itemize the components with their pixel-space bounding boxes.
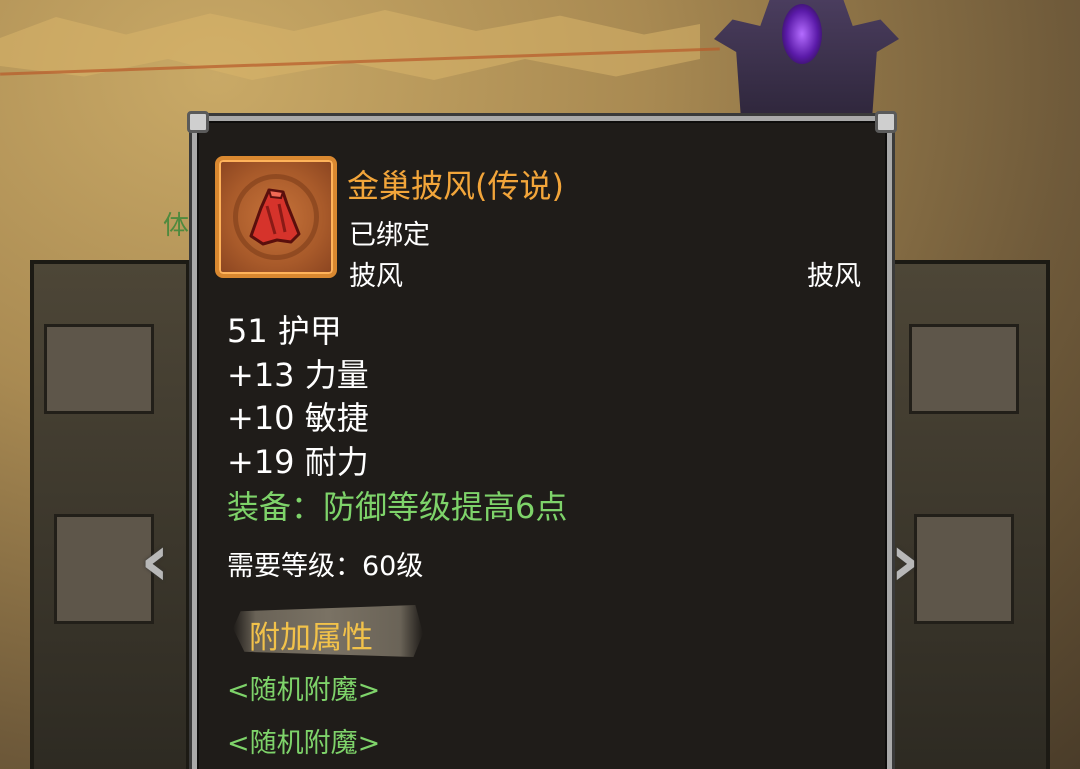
item-tooltip: 金巢披风(传说) 已绑定 披风 披风 51 护甲 +13 力量 +10 敏捷 +… <box>187 111 897 769</box>
tooltip-corner <box>187 111 209 133</box>
item-slot: 披风 <box>349 261 403 292</box>
panel-stone-block <box>54 514 154 624</box>
next-arrow-icon[interactable]: › <box>890 520 920 600</box>
stat-strength: +13 力量 <box>227 355 369 394</box>
side-label: 体 <box>163 211 190 241</box>
item-name: 金巢披风(传说) <box>347 167 564 205</box>
random-enchant: <随机附魔> <box>227 728 381 759</box>
right-equipment-panel <box>890 260 1050 769</box>
equip-effect: 装备：防御等级提高6点 <box>227 488 568 526</box>
stat-list: 51 护甲 +13 力量 +10 敏捷 +19 耐力 <box>227 310 369 484</box>
panel-stone-block <box>44 324 154 414</box>
panel-stone-block <box>909 324 1019 414</box>
random-enchant: <随机附魔> <box>227 675 381 706</box>
stat-armor: 51 护甲 <box>227 312 342 350</box>
left-equipment-panel <box>30 260 190 769</box>
stat-agility: +10 敏捷 <box>227 399 369 437</box>
tower-portal <box>782 4 822 64</box>
item-icon-frame <box>215 156 337 278</box>
tooltip-corner <box>875 111 897 133</box>
prev-arrow-icon[interactable]: ‹ <box>140 520 170 600</box>
stat-stamina: +19 耐力 <box>227 442 369 481</box>
panel-stone-block <box>914 514 1014 624</box>
item-type: 披风 <box>807 261 861 292</box>
bound-status: 已绑定 <box>349 220 430 251</box>
red-cape-icon <box>249 188 301 246</box>
required-level: 需要等级：60级 <box>227 551 424 582</box>
extra-attributes-title: 附加属性 <box>249 620 373 656</box>
